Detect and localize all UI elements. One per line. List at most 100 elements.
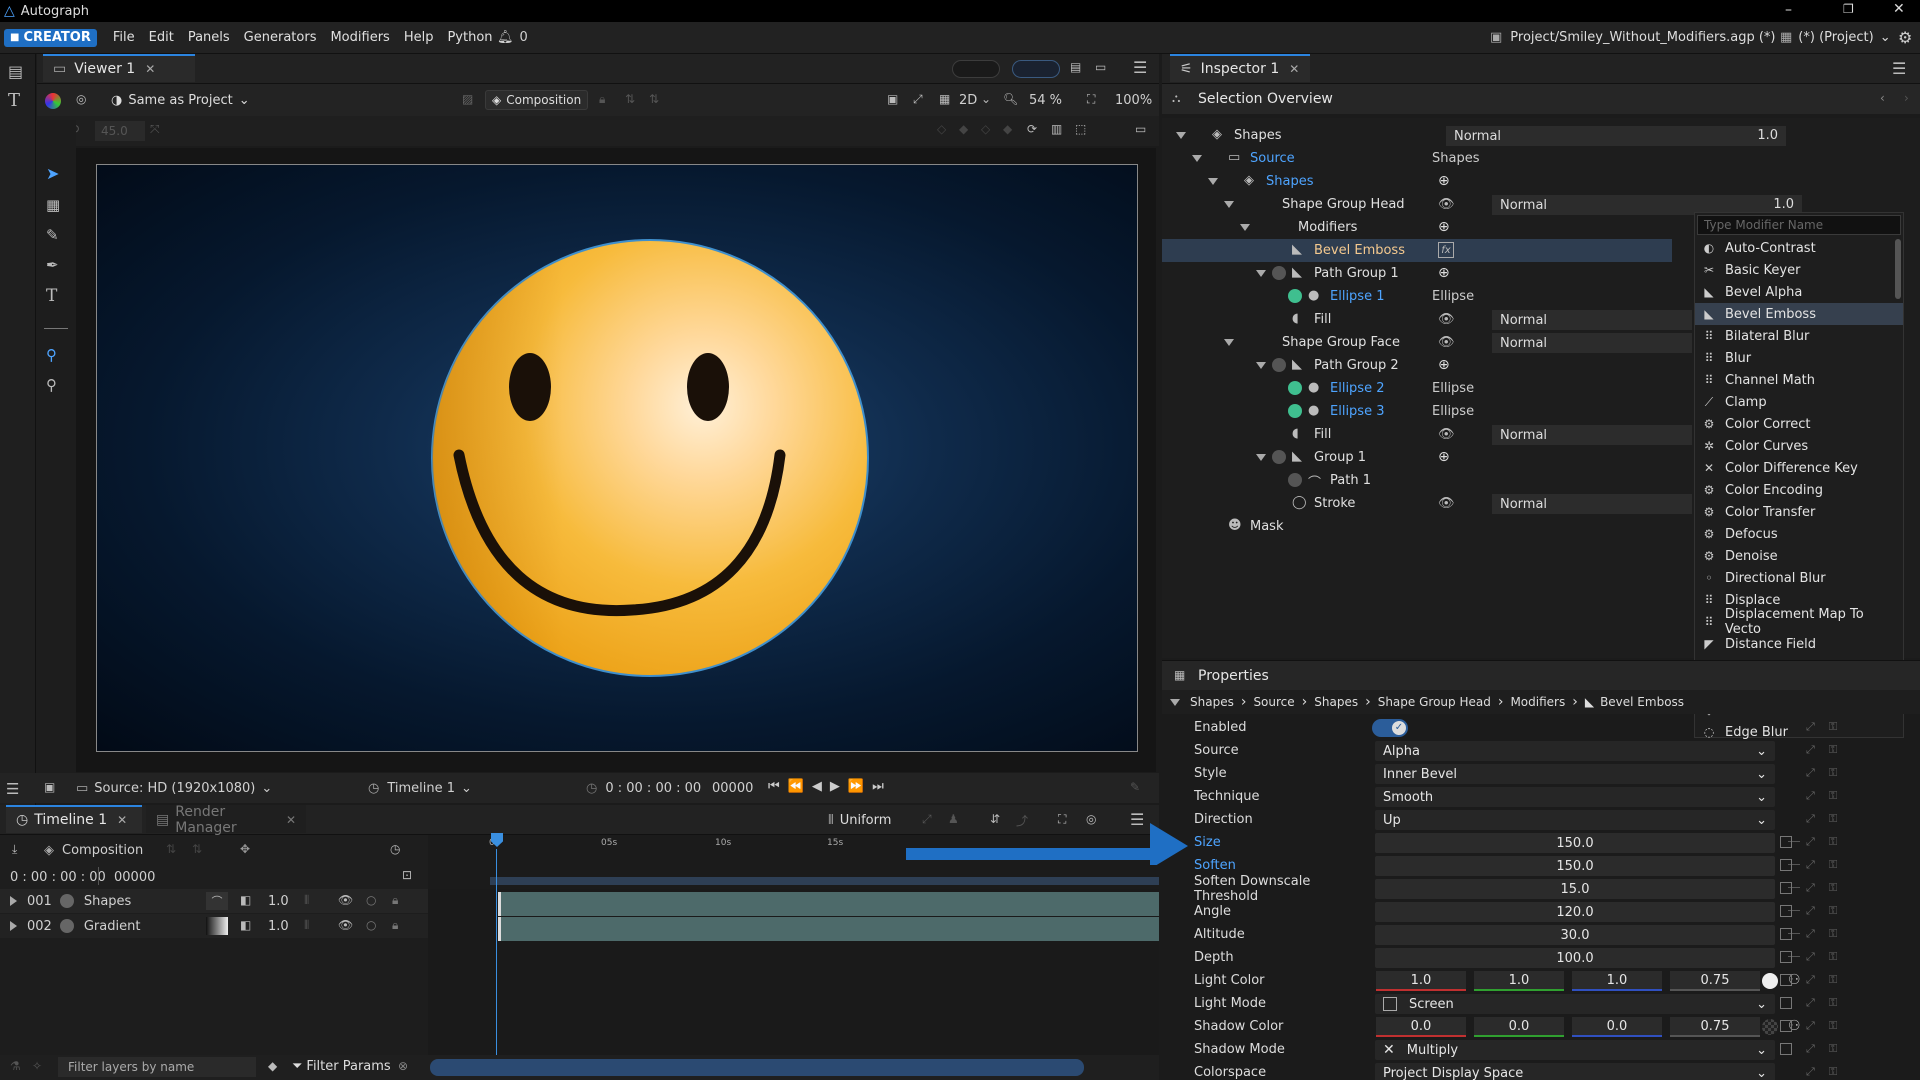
prop-dropdown[interactable]: Up ⌄ bbox=[1375, 810, 1775, 830]
add-icon[interactable]: ⊕ bbox=[1438, 449, 1450, 465]
modifier-item-directional-blur[interactable]: ◦ Directional Blur bbox=[1695, 567, 1903, 589]
step-forward-icon[interactable]: ⏩ bbox=[848, 779, 864, 794]
minimize-icon[interactable]: – bbox=[1785, 2, 1792, 18]
key-diamond-icon[interactable]: ◆ bbox=[1003, 122, 1012, 136]
visibility-dot[interactable] bbox=[1288, 473, 1302, 487]
motion-blur-icon[interactable]: ⦀ bbox=[304, 918, 309, 933]
modifier-search-input[interactable]: Type Modifier Name bbox=[1697, 215, 1901, 235]
tree-row-path-group-1[interactable]: ◣ Path Group 1 ⊕ bbox=[1162, 262, 1672, 285]
viewer-frame[interactable]: 00000 bbox=[712, 781, 753, 796]
param-lock-icon[interactable]: ⚿ bbox=[1829, 996, 1837, 1010]
filter-params-button[interactable]: ⏷ Filter Params bbox=[292, 1059, 391, 1074]
compare-icon[interactable]: ▨ bbox=[462, 92, 473, 106]
link-icon[interactable]: ⤢ bbox=[1806, 812, 1815, 826]
source-select[interactable]: ▭ Source: HD (1920x1080) ⌄ bbox=[76, 781, 272, 796]
tree-row-bevel-emboss[interactable]: ◣ Bevel Emboss fx bbox=[1162, 239, 1672, 262]
color-swatch[interactable] bbox=[1762, 973, 1778, 989]
menu-icon[interactable]: ☰ bbox=[1892, 59, 1906, 78]
close-tab-icon[interactable]: ✕ bbox=[286, 813, 296, 827]
visibility-eye-icon[interactable]: 👁︎ bbox=[1438, 312, 1455, 327]
modifier-item-clamp[interactable]: ⟋ Clamp bbox=[1695, 391, 1903, 413]
anchor-icon[interactable]: ⚲ bbox=[46, 346, 57, 364]
lock-icon[interactable]: 🔒︎ bbox=[392, 918, 398, 933]
expand-icon[interactable]: ⛶ bbox=[1058, 812, 1066, 827]
color-channel-field[interactable]: 1.0 bbox=[1474, 971, 1564, 991]
prop-number-field[interactable]: 120.0 bbox=[1375, 902, 1775, 922]
color-channel-field[interactable]: 0.75 bbox=[1670, 971, 1760, 991]
keyframe-checkbox[interactable] bbox=[1780, 951, 1792, 963]
project-path[interactable]: ▣ Project/Smiley_Without_Modifiers.agp (*… bbox=[1490, 30, 1776, 45]
timeline-work-area[interactable] bbox=[428, 865, 1159, 889]
tab-viewer-1[interactable]: ▭ Viewer 1 ✕ bbox=[43, 54, 195, 82]
filter-icon[interactable]: ⚗ bbox=[10, 1059, 21, 1073]
color-channel-field[interactable]: 0.75 bbox=[1670, 1017, 1760, 1037]
modifier-item-basic-keyer[interactable]: ✂ Basic Keyer bbox=[1695, 259, 1903, 281]
restore-icon[interactable]: ❐ bbox=[1843, 2, 1854, 16]
opacity-value[interactable]: 1.0 bbox=[1773, 197, 1794, 212]
link-icon[interactable]: ⤢ bbox=[1806, 881, 1815, 895]
prop-dropdown[interactable]: Alpha ⌄ bbox=[1375, 741, 1775, 761]
tree-row-ellipse-2[interactable]: ● Ellipse 2 Ellipse bbox=[1162, 377, 1672, 400]
brush-icon[interactable]: ✎ bbox=[46, 226, 59, 244]
param-lock-icon[interactable]: ⚿ bbox=[1829, 743, 1837, 757]
link-icon[interactable]: ⤢ bbox=[1806, 904, 1815, 918]
project-selector[interactable]: ▦ (*) (Project) ⌄ bbox=[1780, 30, 1891, 45]
add-layer-icon[interactable]: ⤓ bbox=[12, 842, 17, 857]
lock-icon[interactable]: 🔒︎ bbox=[599, 92, 605, 107]
blend-icon[interactable]: ◧ bbox=[240, 893, 251, 907]
enabled-toggle[interactable]: ✓ bbox=[1372, 719, 1408, 737]
text-icon[interactable]: T bbox=[46, 286, 57, 306]
param-lock-icon[interactable]: ⚿ bbox=[1829, 1019, 1837, 1033]
histogram-icon[interactable]: ▥ bbox=[1051, 122, 1062, 136]
mode-2d-select[interactable]: 2D bbox=[959, 93, 977, 108]
visibility-eye-icon[interactable]: 👁︎ bbox=[1438, 496, 1455, 511]
expand-icon[interactable] bbox=[1224, 201, 1234, 208]
menu-generators[interactable]: Generators bbox=[244, 30, 317, 45]
clock-icon[interactable]: ◷ bbox=[390, 842, 400, 856]
param-lock-icon[interactable]: ⚿ bbox=[1829, 1042, 1837, 1056]
uniform-toggle[interactable]: ⦀ Uniform bbox=[828, 813, 891, 828]
color-channel-field[interactable]: 0.0 bbox=[1474, 1017, 1564, 1037]
modifier-item-color-curves[interactable]: ✲ Color Curves bbox=[1695, 435, 1903, 457]
snapshot-icon[interactable]: ▣ bbox=[44, 780, 55, 794]
track-clip-gradient[interactable] bbox=[498, 917, 1159, 941]
prop-number-field[interactable]: 150.0 bbox=[1375, 856, 1775, 876]
keyframe-tool-icon[interactable]: ⤢ bbox=[922, 812, 932, 827]
grid-tool-icon[interactable]: ▦ bbox=[46, 196, 60, 214]
keyframe-checkbox[interactable] bbox=[1780, 882, 1792, 894]
expand-icon[interactable] bbox=[10, 921, 17, 931]
menu-icon[interactable]: ☰ bbox=[1133, 58, 1147, 77]
exposure-icon[interactable]: ◎ bbox=[76, 92, 86, 106]
filter-layers-input[interactable]: Filter layers by name bbox=[58, 1057, 256, 1077]
param-lock-icon[interactable]: ⚿ bbox=[1829, 858, 1837, 872]
marker-icon[interactable]: ⊡ bbox=[402, 868, 412, 882]
rotation-field[interactable]: 45.0 bbox=[95, 121, 145, 141]
select-arrow-icon[interactable]: ➤ bbox=[46, 164, 59, 183]
step-back-icon[interactable]: ⏪ bbox=[788, 779, 804, 794]
visibility-eye-icon[interactable]: 👁︎ bbox=[338, 893, 353, 907]
tree-row-stroke[interactable]: ◯ Stroke 👁︎ Normal bbox=[1162, 492, 1692, 515]
modifier-item-color-correct[interactable]: ⚙ Color Correct bbox=[1695, 413, 1903, 435]
shapes-icon[interactable]: ⌒ bbox=[206, 892, 228, 910]
param-lock-icon[interactable]: ⚿ bbox=[1829, 904, 1837, 918]
menu-help[interactable]: Help bbox=[404, 30, 434, 45]
expand-icon[interactable] bbox=[1192, 155, 1202, 162]
blend-mode-field[interactable]: Normal bbox=[1492, 494, 1692, 514]
breadcrumb-item[interactable]: Shapes bbox=[1314, 695, 1358, 709]
people-icon[interactable]: ♟ bbox=[948, 812, 959, 826]
notifications[interactable]: 🔔︎ 0 bbox=[497, 30, 528, 45]
blend-mode-field[interactable]: Normal 1.0 bbox=[1446, 126, 1786, 146]
timeline-scrollbar[interactable] bbox=[430, 1059, 1084, 1076]
refresh-icon[interactable]: ⟳ bbox=[1027, 122, 1037, 136]
param-lock-icon[interactable]: ⚿ bbox=[1829, 835, 1837, 849]
visibility-dot[interactable] bbox=[1288, 381, 1302, 395]
solo-icon[interactable]: ○ bbox=[366, 893, 376, 907]
safe-area-icon[interactable]: ▣ bbox=[887, 92, 898, 106]
go-end-icon[interactable]: ⏭ bbox=[872, 779, 884, 794]
tree-row-fill[interactable]: ◖ Fill 👁︎ Normal bbox=[1162, 423, 1692, 446]
param-lock-icon[interactable]: ⚿ bbox=[1829, 881, 1837, 895]
visibility-eye-icon[interactable]: 👁︎ bbox=[1438, 335, 1455, 350]
document-icon[interactable]: ▤ bbox=[8, 62, 23, 81]
blend-mode-field[interactable]: Normal bbox=[1492, 333, 1692, 353]
modifier-item-color-encoding[interactable]: ⚙ Color Encoding bbox=[1695, 479, 1903, 501]
